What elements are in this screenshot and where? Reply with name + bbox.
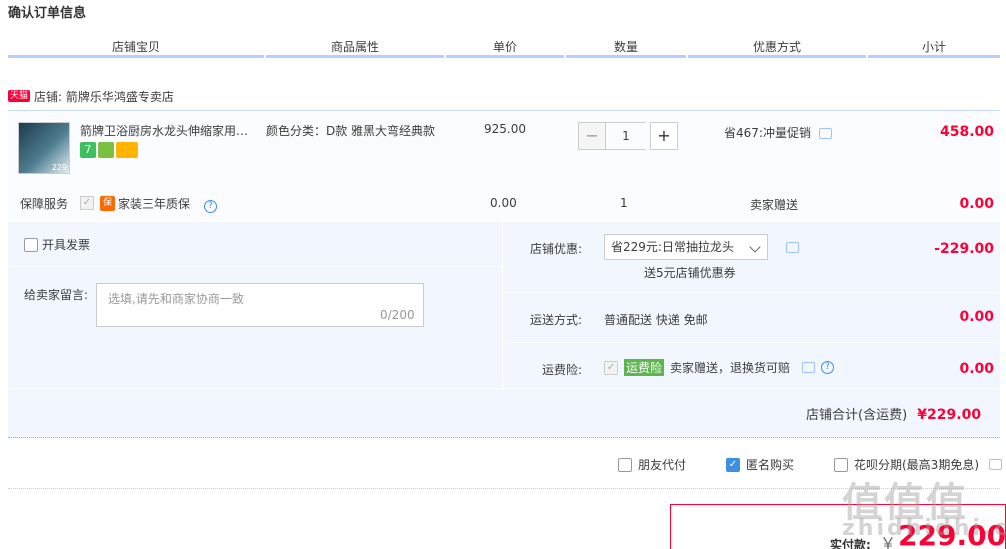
row-divider <box>8 388 1000 389</box>
friend-pay-option[interactable]: 朋友代付 <box>618 456 686 473</box>
product-badges: 7 <box>80 142 138 158</box>
service-qty: 1 <box>620 196 628 210</box>
message-placeholder: 选填,请先和商家协商一致 <box>108 292 244 306</box>
service-name-text: 家装三年质保 <box>118 197 191 211</box>
anonymous-option[interactable]: ✓ 匿名购买 <box>726 456 794 473</box>
insurance-amount: 0.00 <box>959 361 994 377</box>
col-quantity: 数量 <box>566 38 686 58</box>
col-discount: 优惠方式 <box>688 38 866 58</box>
service-label: 保障服务 <box>20 197 69 211</box>
shop-discount-selected: 省229元:日常抽拉龙头 <box>611 240 734 254</box>
shop-discount-label: 店铺优惠: <box>529 242 582 256</box>
quantity-minus-button[interactable]: − <box>578 122 606 150</box>
insurance-label: 运费险: <box>541 363 582 377</box>
friend-pay-checkbox[interactable] <box>618 457 632 472</box>
chat-icon[interactable] <box>989 459 1002 470</box>
shop-discount-value: -229.00 <box>934 241 994 257</box>
warranty-badge-icon: 保 <box>100 196 115 211</box>
shop-total-value: ¥229.00 <box>917 407 982 423</box>
shop-discount-note: 送5元店铺优惠券 <box>644 266 736 280</box>
panel-divider <box>502 222 503 388</box>
credit-card-icon[interactable] <box>116 142 138 158</box>
shop-name-link[interactable]: 店铺: 箭牌乐华鸿盛专卖店 <box>34 88 174 105</box>
quantity-stepper: − 1 + <box>578 122 678 150</box>
insurance-text: 卖家赠送，退换货可赔 <box>670 361 791 375</box>
message-char-count: 0/200 <box>380 308 415 322</box>
row-divider <box>503 342 1000 343</box>
help-icon[interactable]: ? <box>203 200 217 213</box>
col-subtotal: 小计 <box>868 38 1000 58</box>
chat-icon[interactable] <box>802 362 816 373</box>
service-method: 卖家赠送 <box>750 198 799 212</box>
unit-price: 925.00 <box>484 122 526 136</box>
chat-icon[interactable] <box>786 242 799 253</box>
friend-pay-label: 朋友代付 <box>638 458 687 472</box>
row-divider <box>8 266 502 267</box>
shipping-label: 运送方式: <box>529 313 582 327</box>
page-title: 确认订单信息 <box>8 6 87 21</box>
guarantee-icon[interactable] <box>98 142 114 158</box>
promo-info: 省467:冲量促销 <box>724 124 832 141</box>
watermark-url: zhidhidhi.com <box>842 516 1006 541</box>
tmall-badge-icon: 天猫 <box>8 90 31 102</box>
invoice-checkbox[interactable] <box>24 237 38 252</box>
service-checkbox[interactable]: ✓ <box>80 196 94 210</box>
col-unit-price: 单价 <box>446 38 564 58</box>
anonymous-label: 匿名购买 <box>746 458 795 472</box>
col-attributes: 商品属性 <box>266 38 444 58</box>
shop-total: 店铺合计(含运费) ¥229.00 <box>806 404 981 423</box>
message-label: 给卖家留言: <box>24 288 89 302</box>
row-divider <box>503 292 1000 293</box>
product-thumbnail[interactable]: 229 <box>18 122 70 174</box>
insurance-row: ✓ 运费险 卖家赠送，退换货可赔 ? <box>604 359 835 376</box>
quantity-plus-button[interactable]: + <box>650 122 678 150</box>
shop-discount-select[interactable]: 省229元:日常抽拉龙头 <box>604 234 768 260</box>
product-title-link[interactable]: 箭牌卫浴厨房水龙头伸缩家用洗菜盆冷热水龙头 <box>80 122 260 139</box>
service-name: 家装三年质保 ? <box>118 195 217 213</box>
col-shop-item: 店铺宝贝 <box>8 38 264 58</box>
service-price: 0.00 <box>490 196 517 210</box>
insurance-badge: 运费险 <box>624 359 665 376</box>
shop-row: 天猫 店铺: 箭牌乐华鸿盛专卖店 <box>8 84 174 108</box>
shop-total-label: 店铺合计(含运费) <box>806 408 908 423</box>
insurance-checkbox[interactable]: ✓ <box>604 360 618 375</box>
chat-icon[interactable] <box>818 128 832 139</box>
product-attribute: 颜色分类：D款 雅黑大弯经典款 <box>266 124 436 138</box>
item-subtotal: 458.00 <box>939 124 994 140</box>
anonymous-checkbox[interactable]: ✓ <box>726 457 740 472</box>
chevron-down-icon <box>749 241 761 253</box>
shipping-method: 普通配送 快递 免邮 <box>604 313 708 327</box>
thumb-price-text: 229 <box>51 163 67 172</box>
service-subtotal: 0.00 <box>959 196 994 212</box>
shipping-amount: 0.00 <box>959 309 994 325</box>
invoice-option[interactable]: 开具发票 <box>24 236 90 253</box>
quantity-input[interactable]: 1 <box>606 122 646 150</box>
help-icon[interactable]: ? <box>821 361 835 374</box>
seven-day-return-icon[interactable]: 7 <box>80 142 96 158</box>
promo-text: 省467:冲量促销 <box>724 126 811 140</box>
invoice-label: 开具发票 <box>42 238 91 252</box>
